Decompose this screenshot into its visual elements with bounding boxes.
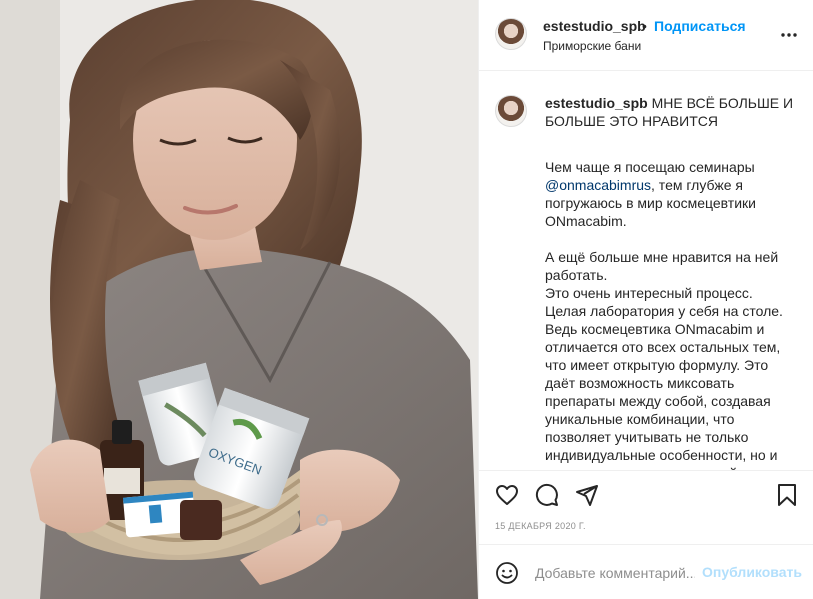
- comments-area[interactable]: estestudio_spb МНЕ ВСЁ БОЛЬШЕ И БОЛЬШЕ Э…: [479, 72, 813, 470]
- post-photo[interactable]: OXYGEN: [0, 0, 478, 599]
- comment-input[interactable]: [535, 563, 695, 583]
- caption-username[interactable]: estestudio_spb: [545, 95, 648, 111]
- caption-paragraph-2: А ещё больше мне нравится на ней работат…: [545, 248, 800, 470]
- caption-avatar[interactable]: [495, 95, 527, 127]
- smiley-icon[interactable]: [495, 561, 519, 585]
- more-horizontal-icon[interactable]: [780, 26, 798, 44]
- caption-line: Ведь космецевтика ONmacabim и отличается…: [545, 321, 781, 470]
- heart-icon[interactable]: [495, 483, 519, 507]
- paper-plane-icon[interactable]: [575, 483, 599, 507]
- caption-line: Это очень интересный процесс.: [545, 285, 753, 301]
- mention-link[interactable]: @onmacabimrus: [545, 177, 651, 193]
- post-header: estestudio_spb • Подписаться Приморские …: [479, 0, 813, 71]
- post-caption: estestudio_spb МНЕ ВСЁ БОЛЬШЕ И БОЛЬШЕ Э…: [545, 94, 800, 470]
- username-link[interactable]: estestudio_spb: [543, 18, 646, 34]
- avatar[interactable]: [495, 18, 527, 50]
- caption-headline-line: estestudio_spb МНЕ ВСЁ БОЛЬШЕ И БОЛЬШЕ Э…: [545, 94, 800, 130]
- photo-illustration: OXYGEN: [0, 0, 478, 599]
- caption-text: Чем чаще я посещаю семинары: [545, 159, 755, 175]
- post-date[interactable]: 15 ДЕКАБРЯ 2020 Г.: [495, 521, 586, 531]
- publish-button[interactable]: Опубликовать: [702, 564, 802, 580]
- caption-line: А ещё больше мне нравится на ней работат…: [545, 249, 779, 283]
- caption-paragraph-1: Чем чаще я посещаю семинары @onmacabimru…: [545, 158, 800, 230]
- separator-dot: •: [642, 18, 647, 34]
- follow-button[interactable]: Подписаться: [654, 18, 746, 34]
- location-link[interactable]: Приморские бани: [543, 39, 641, 53]
- add-comment-box: Опубликовать: [479, 544, 813, 599]
- bookmark-icon[interactable]: [775, 483, 799, 507]
- post-side-panel: estestudio_spb • Подписаться Приморские …: [478, 0, 813, 599]
- caption-line: Целая лаборатория у себя на столе.: [545, 303, 783, 319]
- comment-icon[interactable]: [535, 483, 559, 507]
- action-bar: [479, 470, 813, 514]
